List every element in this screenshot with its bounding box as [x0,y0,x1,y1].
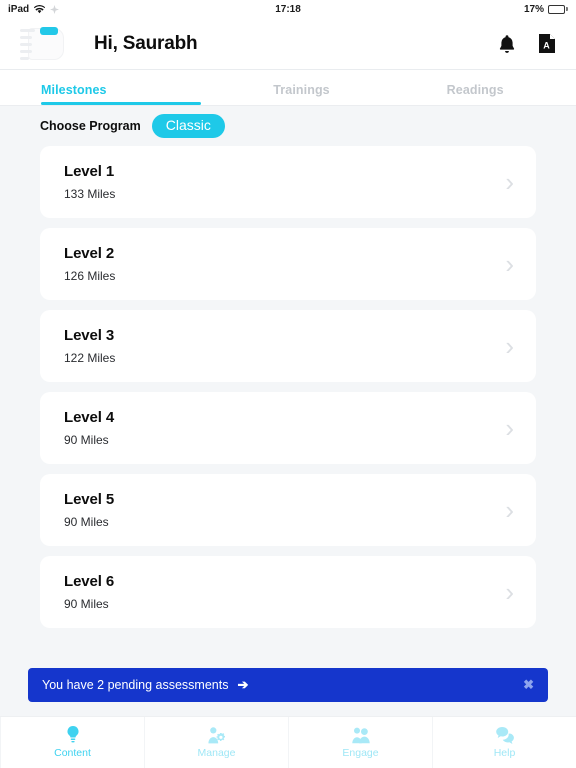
battery-percent-label: 17% [523,3,544,15]
document-a-icon[interactable]: A [536,32,558,56]
bottom-navigation-bar: Content Manage Engage Help [0,716,576,768]
chevron-right-icon: › [505,577,514,607]
battery-icon [548,4,568,14]
close-icon[interactable]: ✖ [523,677,534,693]
chevron-right-icon: › [505,249,514,279]
banner-container: You have 2 pending assessments ➔ ✖ [0,664,576,716]
chat-bubbles-icon [495,726,514,744]
level-card-texts: Level 1 133 Miles [64,163,115,201]
list-item[interactable]: Level 6 90 Miles › [40,556,536,628]
list-item[interactable]: Level 4 90 Miles › [40,392,536,464]
level-subtitle: 133 Miles [64,187,116,201]
level-card-texts: Level 6 90 Miles [64,573,114,611]
status-bar-left: iPad [8,3,60,15]
nav-item-engage[interactable]: Engage [289,717,433,768]
list-item[interactable]: Level 2 126 Miles › [40,228,536,300]
choose-program-row: Choose Program Classic [0,106,576,146]
lightbulb-icon [66,726,80,744]
chevron-right-icon: › [505,413,514,443]
tab-milestones-label: Milestones [41,83,107,97]
level-subtitle: 90 Miles [64,515,109,529]
bell-icon[interactable] [496,32,518,56]
nav-item-manage-label: Manage [197,747,236,759]
level-title: Level 5 [64,491,115,508]
level-subtitle: 122 Miles [64,351,116,365]
level-card-texts: Level 5 90 Miles [64,491,114,529]
arrow-right-icon[interactable]: ➔ [237,677,248,693]
list-item[interactable]: Level 1 133 Miles › [40,146,536,218]
level-card-texts: Level 2 126 Miles [64,245,115,283]
status-bar: iPad 17:18 17% [0,0,576,18]
level-subtitle: 126 Miles [64,269,116,283]
status-bar-right: 17% [524,4,568,15]
header-actions: A [496,32,558,56]
app-header: Hi, Saurabh A [0,18,576,70]
nav-item-content[interactable]: Content [0,717,145,768]
wifi-icon [34,4,46,14]
level-subtitle: 90 Miles [64,433,109,447]
person-gear-icon [207,726,226,744]
pending-assessments-banner[interactable]: You have 2 pending assessments ➔ ✖ [28,668,548,702]
app-root: iPad 17:18 17% Hi, Saurabh A Milestones … [0,0,576,768]
chevron-right-icon: › [505,495,514,525]
level-title: Level 6 [64,573,115,590]
choose-program-label: Choose Program [40,119,141,133]
level-title: Level 3 [64,327,115,344]
level-card-texts: Level 3 122 Miles [64,327,115,365]
svg-text:A: A [543,41,550,51]
nav-item-content-label: Content [54,747,91,759]
level-title: Level 4 [64,409,115,426]
location-icon [50,4,60,14]
page-title: Hi, Saurabh [94,32,198,54]
chevron-right-icon: › [505,167,514,197]
level-card-texts: Level 4 90 Miles [64,409,114,447]
device-name: iPad [8,3,30,15]
list-item[interactable]: Level 5 90 Miles › [40,474,536,546]
tab-bar: Milestones Trainings Readings [0,70,576,106]
people-group-icon [351,726,370,744]
tab-trainings[interactable]: Trainings [215,83,389,105]
tab-trainings-label: Trainings [273,83,330,97]
program-selector-pill[interactable]: Classic [151,113,225,139]
tab-readings[interactable]: Readings [388,83,562,105]
level-title: Level 1 [64,163,115,180]
status-bar-time: 17:18 [275,3,301,15]
nav-item-engage-label: Engage [342,747,379,759]
list-item[interactable]: Level 3 122 Miles › [40,310,536,382]
app-logo-icon[interactable] [12,22,70,66]
nav-item-help-label: Help [493,747,516,759]
levels-list: Level 1 133 Miles › Level 2 126 Miles › … [0,146,576,664]
level-title: Level 2 [64,245,115,262]
chevron-right-icon: › [505,331,514,361]
banner-message: You have 2 pending assessments [42,678,229,692]
nav-item-help[interactable]: Help [433,717,576,768]
tab-readings-label: Readings [446,83,504,97]
tab-milestones[interactable]: Milestones [14,83,215,105]
level-subtitle: 90 Miles [64,597,109,611]
nav-item-manage[interactable]: Manage [145,717,289,768]
